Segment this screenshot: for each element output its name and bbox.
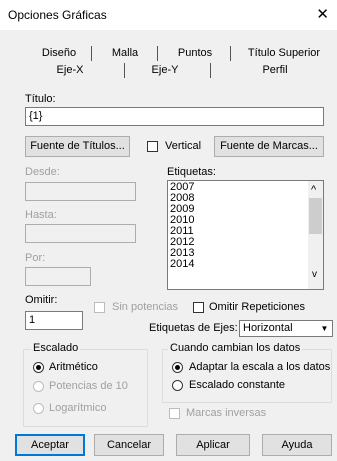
window-title: Opciones Gráficas <box>8 8 107 22</box>
tab-separator <box>124 63 125 78</box>
scroll-up-icon[interactable]: ^ <box>311 184 316 196</box>
tab-eje-x[interactable]: Eje-X <box>40 63 100 78</box>
cancelar-button[interactable]: Cancelar <box>94 434 164 456</box>
desde-label: Desde: <box>25 166 60 178</box>
por-label: Por: <box>25 252 46 264</box>
omitir-repeticiones-label: Omitir Repeticiones <box>209 301 305 313</box>
tab-separator <box>91 46 92 61</box>
tab-titulo-superior[interactable]: Título Superior <box>236 46 332 61</box>
tab-separator <box>210 63 211 78</box>
title-bar: Opciones Gráficas ✕ <box>0 0 337 30</box>
tab-perfil[interactable]: Perfil <box>250 63 300 78</box>
aceptar-button[interactable]: Aceptar <box>15 434 85 456</box>
ayuda-button[interactable]: Ayuda <box>262 434 332 456</box>
radio-selected-dot <box>36 365 41 370</box>
marcas-inversas-checkbox[interactable] <box>169 408 180 419</box>
marcas-inversas-label: Marcas inversas <box>186 407 267 419</box>
tab-puntos[interactable]: Puntos <box>164 46 226 61</box>
logaritmico-label: Logarítmico <box>49 402 107 414</box>
adaptar-escala-label: Adaptar la escala a los datos <box>189 361 331 373</box>
titulo-input[interactable]: {1} <box>25 107 324 126</box>
scroll-down-icon[interactable]: v <box>312 269 317 280</box>
aritmetico-label: Aritmético <box>49 361 98 373</box>
escalado-legend: Escalado <box>31 342 81 354</box>
omitir-label: Omitir: <box>25 294 58 306</box>
etiquetas-ejes-label: Etiquetas de Ejes: <box>149 322 238 334</box>
radio-selected-dot <box>175 365 180 370</box>
tab-separator <box>157 46 158 61</box>
escalado-constante-label: Escalado constante <box>189 379 286 391</box>
tab-diseno[interactable]: Diseño <box>32 46 86 61</box>
aplicar-button[interactable]: Aplicar <box>176 434 250 456</box>
desde-input[interactable] <box>25 182 136 201</box>
titulo-label: Título: <box>25 93 56 105</box>
cuando-cambian-group <box>162 349 332 403</box>
sin-potencias-label: Sin potencias <box>112 301 179 313</box>
adaptar-escala-radio[interactable] <box>172 362 183 373</box>
escalado-constante-radio[interactable] <box>172 380 183 391</box>
omitir-repeticiones-checkbox[interactable] <box>193 302 204 313</box>
etiquetas-ejes-value: Horizontal <box>243 322 293 334</box>
vertical-label: Vertical <box>165 140 202 152</box>
tab-malla[interactable]: Malla <box>98 46 152 61</box>
omitir-input[interactable]: 1 <box>25 311 83 330</box>
etiquetas-items: 2007 2008 2009 2010 2011 2012 2013 2014 <box>170 182 194 270</box>
fuente-titulos-button[interactable]: Fuente de Títulos... <box>25 136 130 157</box>
etiquetas-label: Etiquetas: <box>167 166 216 178</box>
potencias-10-radio[interactable] <box>33 381 44 392</box>
chevron-down-icon[interactable]: ▼ <box>317 321 332 336</box>
cuando-cambian-legend: Cuando cambian los datos <box>168 342 303 354</box>
vertical-checkbox[interactable] <box>147 141 158 152</box>
aritmetico-radio[interactable] <box>33 362 44 373</box>
etiquetas-scrollbar[interactable]: ^ v <box>308 181 323 289</box>
hasta-input[interactable] <box>25 224 136 243</box>
hasta-label: Hasta: <box>25 209 57 221</box>
fuente-marcas-button[interactable]: Fuente de Marcas... <box>214 136 324 157</box>
por-input[interactable] <box>25 267 91 286</box>
sin-potencias-checkbox[interactable] <box>94 302 105 313</box>
tab-separator <box>230 46 231 61</box>
list-item[interactable]: 2014 <box>170 259 194 270</box>
logaritmico-radio[interactable] <box>33 403 44 414</box>
etiquetas-ejes-select[interactable]: Horizontal ▼ <box>239 320 333 337</box>
tab-eje-y[interactable]: Eje-Y <box>140 63 190 78</box>
scrollbar-thumb[interactable] <box>309 198 322 234</box>
potencias-10-label: Potencias de 10 <box>49 380 128 392</box>
etiquetas-listbox[interactable]: 2007 2008 2009 2010 2011 2012 2013 2014 … <box>167 180 324 290</box>
close-icon[interactable]: ✕ <box>316 5 329 23</box>
